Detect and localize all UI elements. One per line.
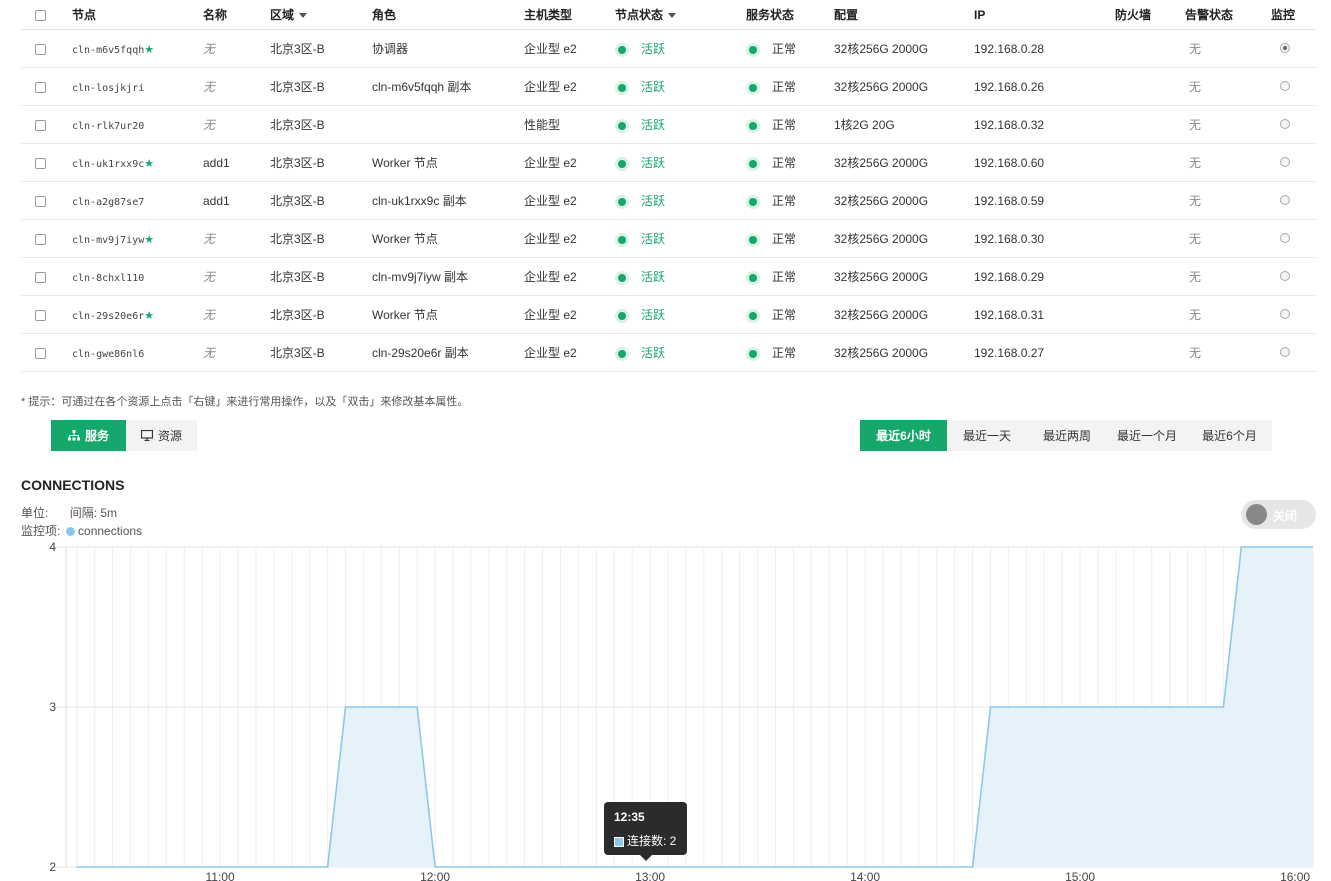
data-point[interactable] <box>286 861 298 873</box>
data-point[interactable] <box>805 861 817 873</box>
chart-tooltip: 12:35 连接数: 2 <box>604 802 687 861</box>
data-point[interactable] <box>734 861 746 873</box>
data-point[interactable] <box>537 861 549 873</box>
data-point[interactable] <box>608 861 620 873</box>
data-point[interactable] <box>1253 541 1265 553</box>
x-tick-label: 16:00 <box>1280 870 1310 881</box>
data-point[interactable] <box>895 861 907 873</box>
data-point[interactable] <box>1056 701 1068 713</box>
data-point[interactable] <box>375 701 387 713</box>
data-point[interactable] <box>1074 701 1086 713</box>
data-point[interactable] <box>196 861 208 873</box>
data-point[interactable] <box>1235 541 1247 553</box>
tooltip-value: 连接数: 2 <box>627 834 677 848</box>
tooltip-time: 12:35 <box>614 810 645 824</box>
data-point[interactable] <box>770 861 782 873</box>
data-point[interactable] <box>698 861 710 873</box>
data-point[interactable] <box>178 861 190 873</box>
data-point[interactable] <box>1217 701 1229 713</box>
data-point[interactable] <box>823 861 835 873</box>
data-point[interactable] <box>626 861 638 873</box>
data-point[interactable] <box>322 861 334 873</box>
data-point[interactable] <box>357 701 369 713</box>
data-point[interactable] <box>125 861 137 873</box>
data-point[interactable] <box>1110 701 1122 713</box>
y-tick-label: 2 <box>49 860 56 874</box>
x-tick-label: 15:00 <box>1065 870 1095 881</box>
data-point[interactable] <box>1182 701 1194 713</box>
data-point[interactable] <box>931 861 943 873</box>
data-point[interactable] <box>214 861 226 873</box>
data-point[interactable] <box>1020 701 1032 713</box>
data-point[interactable] <box>1146 701 1158 713</box>
data-point[interactable] <box>662 861 674 873</box>
data-point[interactable] <box>752 861 764 873</box>
data-point[interactable] <box>859 861 871 873</box>
data-point[interactable] <box>429 861 441 873</box>
data-point[interactable] <box>304 861 316 873</box>
data-point[interactable] <box>71 861 83 873</box>
y-tick-label: 3 <box>49 700 56 714</box>
data-point[interactable] <box>716 861 728 873</box>
data-point[interactable] <box>411 701 423 713</box>
data-point[interactable] <box>841 861 853 873</box>
data-point[interactable] <box>1289 541 1301 553</box>
data-point[interactable] <box>1002 701 1014 713</box>
data-point[interactable] <box>107 861 119 873</box>
tooltip-value-row: 连接数: 2 <box>614 832 676 849</box>
data-point[interactable] <box>949 861 961 873</box>
data-point[interactable] <box>787 861 799 873</box>
data-point[interactable] <box>1128 701 1140 713</box>
data-point[interactable] <box>1200 701 1212 713</box>
data-point[interactable] <box>590 861 602 873</box>
data-point[interactable] <box>519 861 531 873</box>
data-point[interactable] <box>1164 701 1176 713</box>
data-point[interactable] <box>985 701 997 713</box>
data-point[interactable] <box>680 861 692 873</box>
data-point[interactable] <box>967 861 979 873</box>
data-point[interactable] <box>483 861 495 873</box>
connections-chart: 23411:00 12:00 13:00 14:00 15:00 16:00 <box>49 540 1319 881</box>
data-point[interactable] <box>555 861 567 873</box>
data-point[interactable] <box>644 861 656 873</box>
data-point[interactable] <box>142 861 154 873</box>
data-point[interactable] <box>1092 701 1104 713</box>
data-point[interactable] <box>913 861 925 873</box>
data-point[interactable] <box>447 861 459 873</box>
data-point[interactable] <box>160 861 172 873</box>
data-point[interactable] <box>340 701 352 713</box>
data-point[interactable] <box>232 861 244 873</box>
data-point[interactable] <box>89 861 101 873</box>
data-point[interactable] <box>465 861 477 873</box>
tooltip-swatch <box>614 836 624 847</box>
data-point[interactable] <box>268 861 280 873</box>
data-point[interactable] <box>250 861 262 873</box>
data-point[interactable] <box>393 701 405 713</box>
y-tick-label: 4 <box>49 540 56 554</box>
data-point[interactable] <box>1307 541 1319 553</box>
data-point[interactable] <box>1271 541 1283 553</box>
data-point[interactable] <box>501 861 513 873</box>
data-point[interactable] <box>1038 701 1050 713</box>
data-point[interactable] <box>572 861 584 873</box>
data-point[interactable] <box>877 861 889 873</box>
